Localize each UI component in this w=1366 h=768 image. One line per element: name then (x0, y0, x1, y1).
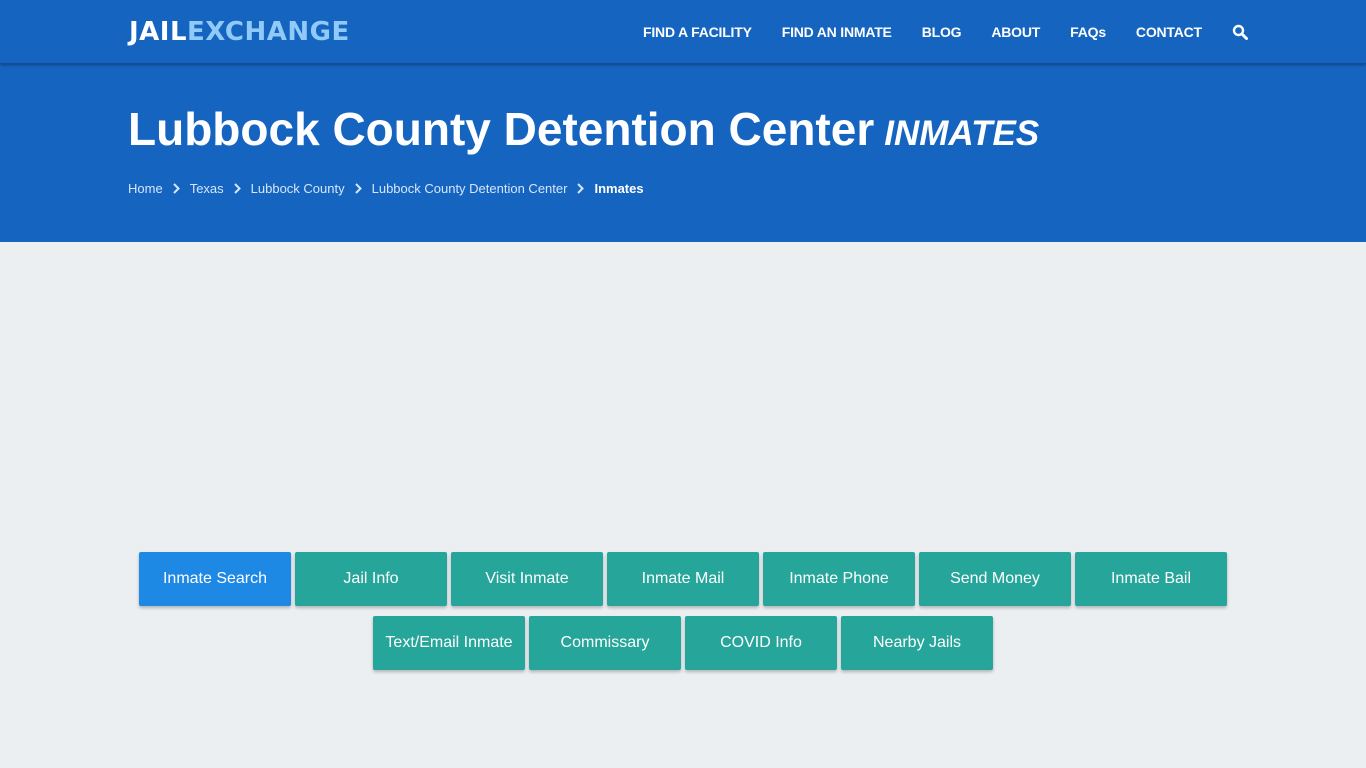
breadcrumb: Home Texas Lubbock County Lubbock County… (128, 181, 644, 196)
nav-contact[interactable]: CONTACT (1136, 24, 1202, 40)
page-title: Lubbock County Detention Center INMATES (128, 102, 1039, 156)
inmate-bail-button[interactable]: Inmate Bail (1075, 552, 1227, 606)
chevron-right-icon (233, 183, 241, 194)
breadcrumb-detention-center[interactable]: Lubbock County Detention Center (372, 181, 568, 196)
breadcrumb-texas[interactable]: Texas (190, 181, 224, 196)
inmate-action-buttons: Inmate Search Jail Info Visit Inmate Inm… (0, 552, 1366, 680)
nav-about[interactable]: ABOUT (991, 24, 1040, 40)
inmate-search-button[interactable]: Inmate Search (139, 552, 291, 606)
nav-faqs[interactable]: FAQs (1070, 24, 1106, 40)
page-title-main: Lubbock County Detention Center (128, 103, 875, 155)
top-navbar: JAILEXCHANGE FIND A FACILITY FIND AN INM… (0, 0, 1366, 64)
button-row-2: Text/Email Inmate Commissary COVID Info … (371, 616, 995, 670)
commissary-button[interactable]: Commissary (529, 616, 681, 670)
nearby-jails-button[interactable]: Nearby Jails (841, 616, 993, 670)
button-row-1: Inmate Search Jail Info Visit Inmate Inm… (137, 552, 1229, 606)
breadcrumb-lubbock-county[interactable]: Lubbock County (251, 181, 345, 196)
page-title-suffix: INMATES (884, 114, 1040, 153)
breadcrumb-current: Inmates (594, 181, 644, 196)
chevron-right-icon (172, 183, 180, 194)
visit-inmate-button[interactable]: Visit Inmate (451, 552, 603, 606)
jail-info-button[interactable]: Jail Info (295, 552, 447, 606)
inmate-mail-button[interactable]: Inmate Mail (607, 552, 759, 606)
nav-find-an-inmate[interactable]: FIND AN INMATE (782, 24, 892, 40)
logo-jail-text: JAIL (129, 17, 188, 47)
inmate-phone-button[interactable]: Inmate Phone (763, 552, 915, 606)
main-nav: FIND A FACILITY FIND AN INMATE BLOG ABOU… (643, 0, 1248, 64)
nav-blog[interactable]: BLOG (922, 24, 962, 40)
search-icon[interactable] (1232, 24, 1248, 40)
site-logo[interactable]: JAILEXCHANGE (129, 16, 350, 48)
text-email-inmate-button[interactable]: Text/Email Inmate (373, 616, 525, 670)
logo-exchange-text: EXCHANGE (187, 17, 350, 47)
chevron-right-icon (577, 183, 585, 194)
send-money-button[interactable]: Send Money (919, 552, 1071, 606)
page-hero: Lubbock County Detention Center INMATES H… (0, 64, 1366, 242)
nav-find-a-facility[interactable]: FIND A FACILITY (643, 24, 752, 40)
chevron-right-icon (354, 183, 362, 194)
covid-info-button[interactable]: COVID Info (685, 616, 837, 670)
breadcrumb-home[interactable]: Home (128, 181, 163, 196)
